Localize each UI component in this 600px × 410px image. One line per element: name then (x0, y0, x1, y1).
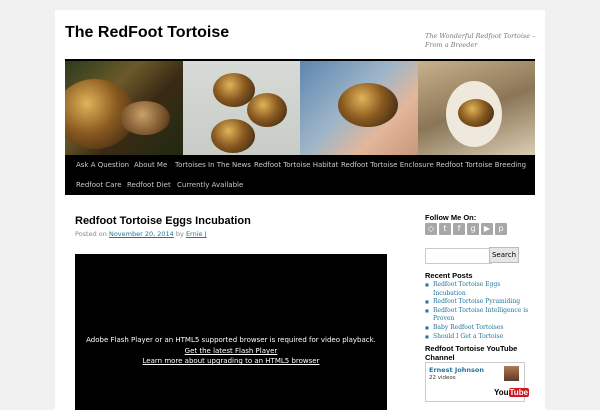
header-banner-image (65, 59, 535, 157)
nav-item-redfoot-diet[interactable]: Redfoot Diet (127, 181, 171, 189)
recent-posts-title: Recent Posts (425, 271, 473, 280)
recent-post-link[interactable]: Should I Get a Tortoise (425, 333, 530, 342)
youtube-channel-name[interactable]: Ernest Johnson (429, 366, 484, 374)
nav-item-tortoises-in-the-news[interactable]: Tortoises In The News (175, 161, 251, 169)
youtube-channel-widget[interactable]: Ernest Johnson 22 videos YouTube (425, 362, 530, 402)
nav-item-enclosure[interactable]: Redfoot Tortoise Enclosure (341, 161, 434, 169)
recent-post-link[interactable]: Redfoot Tortoise Pyramiding (425, 298, 530, 307)
youtube-logo-you: You (494, 388, 509, 397)
youtube-icon[interactable]: ▶ (481, 223, 493, 235)
recent-post-link[interactable]: Redfoot Tortoise Eggs Incubation (425, 281, 530, 298)
header-photo-hand-tortoise (300, 61, 418, 157)
youtube-channel-avatar (504, 366, 519, 381)
recent-post-link[interactable]: Redfoot Tortoise Intelligence is Proven (425, 307, 530, 324)
recent-post-link[interactable]: Baby Redfoot Tortoises (425, 324, 530, 333)
nav-item-breeding[interactable]: Redfoot Tortoise Breeding (436, 161, 526, 169)
pinterest-icon[interactable]: p (495, 223, 507, 235)
google-plus-icon[interactable]: g (467, 223, 479, 235)
video-player[interactable]: Adobe Flash Player or an HTML5 supported… (75, 254, 387, 410)
header-photo-hatchlings (182, 61, 300, 157)
nav-item-habitat[interactable]: Redfoot Tortoise Habitat (254, 161, 338, 169)
follow-me-title: Follow Me On: (425, 213, 477, 222)
nav-item-ask-a-question[interactable]: Ask A Question (76, 161, 129, 169)
site-title[interactable]: The RedFoot Tortoise (65, 24, 229, 42)
twitter-icon[interactable]: t (439, 223, 451, 235)
nav-item-about-me[interactable]: About Me (134, 161, 167, 169)
nav-item-redfoot-care[interactable]: Redfoot Care (76, 181, 122, 189)
nav-item-currently-available[interactable]: Currently Available (177, 181, 243, 189)
by-label: by (175, 230, 184, 238)
search-input[interactable] (425, 248, 492, 264)
html5-browser-link[interactable]: Learn more about upgrading to an HTML5 b… (75, 357, 387, 365)
post-date-link[interactable]: November 20, 2014 (109, 230, 174, 238)
rss-icon[interactable]: ◇ (425, 223, 437, 235)
search-button[interactable]: Search (489, 247, 519, 263)
posted-on-label: Posted on (75, 230, 107, 238)
youtube-channel-title: Redfoot Tortoise YouTube Channel (425, 344, 518, 362)
main-navigation: Ask A Question About Me Tortoises In The… (65, 155, 535, 195)
youtube-logo-tube: Tube (508, 388, 530, 397)
youtube-logo: YouTube (494, 388, 530, 397)
recent-posts-list: Redfoot Tortoise Eggs Incubation Redfoot… (425, 281, 530, 341)
post-title[interactable]: Redfoot Tortoise Eggs Incubation (75, 215, 251, 227)
post-meta: Posted on November 20, 2014 by Ernie J (75, 230, 207, 238)
facebook-icon[interactable]: f (453, 223, 465, 235)
video-fallback-message: Adobe Flash Player or an HTML5 supported… (86, 336, 376, 344)
flash-player-link[interactable]: Get the latest Flash Player (75, 347, 387, 355)
header-photo-adult-tortoise (65, 61, 183, 157)
post-author-link[interactable]: Ernie J (186, 230, 207, 238)
header-photo-hatching-egg (417, 61, 535, 157)
youtube-video-count: 22 videos (429, 375, 456, 381)
site-description: The Wonderful Redfoot Tortoise – From a … (425, 32, 536, 49)
